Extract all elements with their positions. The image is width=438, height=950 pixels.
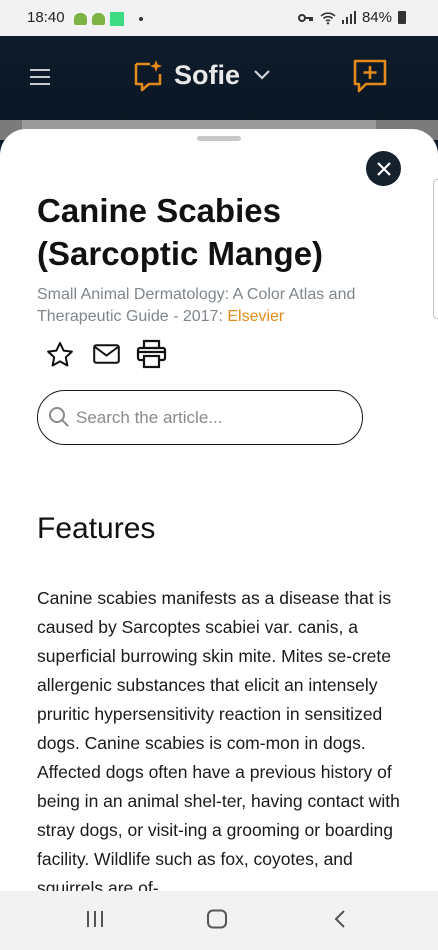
article-body: Canine scabies manifests as a disease th… bbox=[37, 588, 400, 891]
close-button[interactable] bbox=[366, 151, 401, 186]
article-search-box[interactable] bbox=[37, 390, 363, 445]
signal-icon bbox=[341, 11, 356, 24]
android-icon bbox=[74, 13, 87, 25]
recent-apps-icon[interactable] bbox=[85, 909, 105, 929]
search-input[interactable] bbox=[74, 406, 348, 429]
close-icon bbox=[376, 161, 391, 176]
back-icon[interactable] bbox=[333, 909, 347, 929]
search-icon bbox=[49, 407, 69, 427]
dot-icon bbox=[139, 17, 143, 21]
publisher-link[interactable]: Elsevier bbox=[227, 308, 284, 325]
battery-icon bbox=[398, 11, 406, 24]
home-icon[interactable] bbox=[206, 909, 228, 929]
assistant-selector[interactable]: Sofie bbox=[132, 58, 270, 92]
star-icon bbox=[47, 341, 73, 366]
favorite-button[interactable] bbox=[46, 341, 74, 368]
article-title: Canine Scabies (Sarcoptic Mange) bbox=[37, 192, 324, 272]
new-chat-icon[interactable] bbox=[352, 58, 388, 94]
article-sheet: Canine Scabies (Sarcoptic Mange) Small A… bbox=[0, 129, 438, 891]
article-actions bbox=[46, 339, 168, 369]
email-button[interactable] bbox=[92, 344, 120, 364]
app-square-icon bbox=[110, 12, 124, 26]
system-nav-bar bbox=[0, 891, 438, 950]
sofie-chat-icon bbox=[134, 60, 162, 92]
scroll-indicator[interactable] bbox=[433, 179, 438, 319]
system-status: 84% bbox=[297, 9, 406, 26]
app-title: Sofie bbox=[174, 59, 241, 90]
android-icon bbox=[92, 13, 105, 25]
section-heading: Features bbox=[37, 512, 156, 545]
status-time: 18:40 bbox=[27, 9, 65, 26]
sheet-drag-handle[interactable] bbox=[197, 136, 241, 141]
battery-percent: 84% bbox=[361, 9, 392, 26]
print-button[interactable] bbox=[134, 339, 168, 369]
notification-icons bbox=[74, 12, 143, 26]
wifi-icon bbox=[320, 11, 336, 24]
article-source: Small Animal Dermatology: A Color Atlas … bbox=[37, 284, 417, 328]
mail-icon bbox=[92, 344, 120, 364]
hamburger-menu-icon[interactable] bbox=[30, 69, 50, 85]
app-header: Sofie bbox=[0, 36, 438, 120]
source-text: Small Animal Dermatology: A Color Atlas … bbox=[37, 286, 356, 325]
status-bar: 18:40 84% bbox=[0, 0, 438, 36]
chevron-down-icon bbox=[254, 70, 270, 80]
print-icon bbox=[136, 339, 166, 369]
key-icon bbox=[297, 13, 313, 22]
